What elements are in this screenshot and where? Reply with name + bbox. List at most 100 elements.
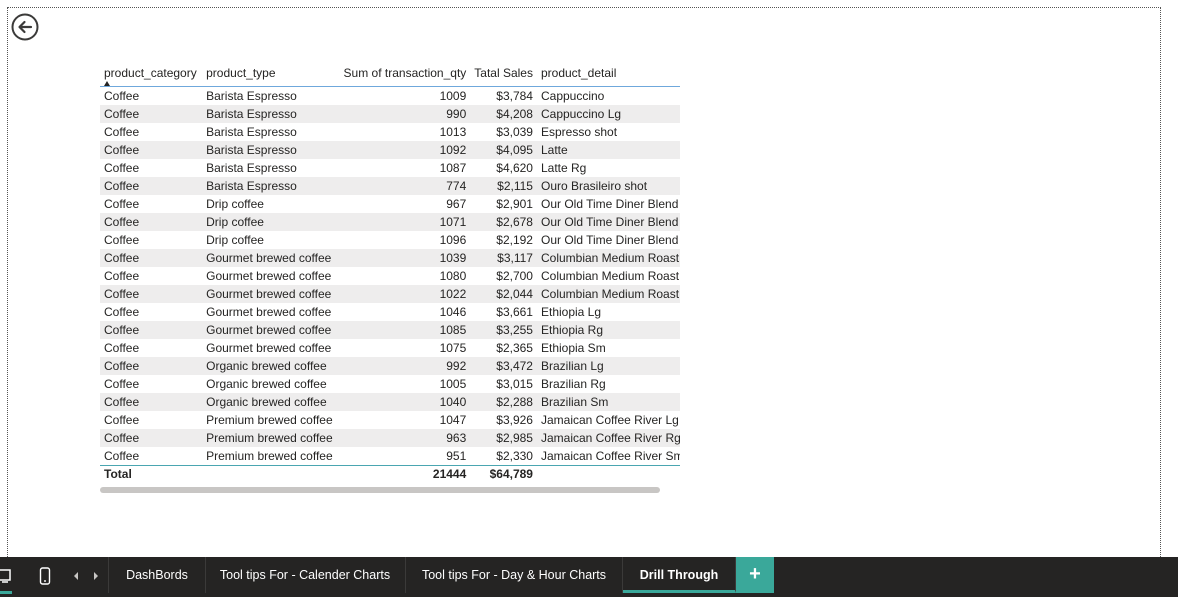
total-qty: 21444	[337, 465, 471, 483]
cell-total-sales: $3,784	[496, 89, 533, 103]
next-page-icon[interactable]	[90, 557, 102, 595]
cell-transaction-qty: 990	[337, 105, 471, 123]
total-label: Total	[100, 465, 203, 483]
cell-product-detail: Jamaican Coffee River Rg	[536, 429, 680, 447]
header-transaction-qty[interactable]: Sum of transaction_qty	[338, 54, 471, 87]
cell-total-sales: $3,661	[496, 305, 533, 319]
cell-product-type: Gourmet brewed coffee	[202, 249, 338, 267]
cell-transaction-qty: 1005	[439, 377, 467, 391]
table-row[interactable]: Coffee Premium brewed coffee 1047 $3,926 Jam…	[100, 411, 680, 429]
cell-transaction-qty: 1092	[337, 141, 471, 159]
cell-total-sales: $2,901	[496, 197, 533, 211]
table-row[interactable]: Coffee Gourmet brewed coffee 1022 $2,044 Col…	[100, 285, 680, 303]
table-row[interactable]: Coffee Drip coffee 1096 $2,192 Our Old Time …	[100, 231, 680, 249]
cell-product-type: Premium brewed coffee	[206, 413, 333, 427]
cell-transaction-qty: 1047	[439, 413, 467, 427]
cell-product-category: Coffee	[100, 321, 203, 339]
cell-product-detail: Brazilian Rg	[540, 377, 606, 391]
cell-product-category: Coffee	[100, 213, 203, 231]
cell-product-category: Coffee	[104, 305, 140, 319]
cell-transaction-qty: 1009	[439, 89, 467, 103]
cell-transaction-qty: 1046	[439, 305, 467, 319]
cell-product-type: Drip coffee	[206, 233, 264, 247]
header-total-sales[interactable]: Tatal Sales	[470, 54, 537, 87]
cell-product-type: Barista Espresso	[206, 89, 297, 103]
cell-total-sales: $3,472	[470, 357, 537, 375]
cell-product-category: Coffee	[100, 285, 203, 303]
page-tab-bar: DashBords Tool tips For - Calender Chart…	[0, 557, 1178, 597]
table-row[interactable]: Coffee Barista Espresso 1009 $3,784 Cappucci…	[100, 87, 680, 106]
phone-icon[interactable]	[38, 557, 52, 595]
cell-product-detail: Our Old Time Diner Blend S	[540, 233, 680, 247]
cell-product-detail: Ethiopia Sm	[540, 341, 606, 355]
table-row[interactable]: Coffee Premium brewed coffee 963 $2,985 Jama…	[100, 429, 680, 447]
cell-product-type: Premium brewed coffee	[202, 429, 338, 447]
desktop-view-indicator	[0, 591, 12, 594]
cell-product-type: Drip coffee	[206, 197, 264, 211]
cell-product-detail: Jamaican Coffee River Sm	[540, 449, 680, 463]
cell-product-type: Gourmet brewed coffee	[206, 269, 332, 283]
cell-product-type: Drip coffee	[202, 213, 338, 231]
cell-product-type: Organic brewed coffee	[202, 357, 338, 375]
cell-transaction-qty: 992	[337, 357, 471, 375]
cell-product-detail: Columbian Medium Roast S	[536, 285, 680, 303]
cell-transaction-qty: 1096	[439, 233, 467, 247]
table-row[interactable]: Coffee Premium brewed coffee 951 $2,330 Jama…	[100, 447, 680, 466]
cell-product-type: Premium brewed coffee	[206, 449, 333, 463]
cell-transaction-qty: 1039	[337, 249, 471, 267]
table-row[interactable]: Coffee Gourmet brewed coffee 1039 $3,117 Col…	[100, 249, 680, 267]
cell-total-sales: $3,926	[496, 413, 533, 427]
table-row[interactable]: Coffee Organic brewed coffee 992 $3,472 Braz…	[100, 357, 680, 375]
cell-product-type: Gourmet brewed coffee	[202, 285, 338, 303]
horizontal-scrollbar[interactable]	[100, 487, 660, 493]
header-product-category[interactable]: product_category	[100, 54, 202, 87]
table-row[interactable]: Coffee Gourmet brewed coffee 1080 $2,700 Col…	[100, 267, 680, 285]
table-row[interactable]: Coffee Gourmet brewed coffee 1046 $3,661 Eth…	[100, 303, 680, 321]
header-product-type[interactable]: product_type	[202, 54, 337, 87]
desktop-icon[interactable]	[0, 557, 14, 595]
tab-tooltips-calender[interactable]: Tool tips For - Calender Charts	[205, 557, 406, 593]
cell-product-type: Barista Espresso	[206, 161, 297, 175]
tab-dashbords[interactable]: DashBords	[108, 557, 206, 593]
table-row[interactable]: Coffee Gourmet brewed coffee 1075 $2,365 Eth…	[100, 339, 680, 357]
cell-total-sales: $2,330	[496, 449, 533, 463]
cell-product-category: Coffee	[104, 125, 140, 139]
cell-product-category: Coffee	[104, 377, 140, 391]
cell-product-type: Organic brewed coffee	[206, 377, 327, 391]
prev-page-icon[interactable]	[70, 557, 82, 595]
cell-product-category: Coffee	[104, 161, 140, 175]
cell-total-sales: $2,115	[470, 177, 537, 195]
drill-through-table: product_category product_type Sum of tra…	[100, 54, 680, 483]
table-row[interactable]: Coffee Organic brewed coffee 1040 $2,288 Bra…	[100, 393, 680, 411]
tab-drill-through[interactable]: Drill Through	[623, 557, 736, 593]
cell-total-sales: $2,700	[496, 269, 533, 283]
table-row[interactable]: Coffee Drip coffee 967 $2,901 Our Old Time D…	[100, 195, 680, 213]
cell-transaction-qty: 1022	[337, 285, 471, 303]
cell-transaction-qty: 1085	[337, 321, 471, 339]
cell-total-sales: $3,015	[496, 377, 533, 391]
table-row[interactable]: Coffee Barista Espresso 1092 $4,095 Latte	[100, 141, 680, 159]
cell-transaction-qty: 963	[337, 429, 471, 447]
table-row[interactable]: Coffee Gourmet brewed coffee 1085 $3,255 Eth…	[100, 321, 680, 339]
table-row[interactable]: Coffee Barista Espresso 774 $2,115 Ouro Bras…	[100, 177, 680, 195]
cell-total-sales: $2,365	[496, 341, 533, 355]
table-row[interactable]: Coffee Drip coffee 1071 $2,678 Our Old Time …	[100, 213, 680, 231]
cell-product-detail: Columbian Medium Roast I	[540, 269, 680, 283]
table-header-row: product_category product_type Sum of tra…	[100, 54, 680, 87]
table-row[interactable]: Coffee Barista Espresso 1087 $4,620 Latte Rg	[100, 159, 680, 177]
cell-total-sales: $4,095	[470, 141, 537, 159]
table-row[interactable]: Coffee Organic brewed coffee 1005 $3,015 Bra…	[100, 375, 680, 393]
table-row[interactable]: Coffee Barista Espresso 1013 $3,039 Espresso…	[100, 123, 680, 141]
cell-product-detail: Columbian Medium Roast I	[536, 249, 680, 267]
table-row[interactable]: Coffee Barista Espresso 990 $4,208 Cappuccin…	[100, 105, 680, 123]
cell-product-category: Coffee	[100, 357, 203, 375]
cell-product-detail: Jamaican Coffee River Lg	[540, 413, 679, 427]
header-product-detail[interactable]: product_detail	[537, 54, 680, 87]
tab-tooltips-day-hour[interactable]: Tool tips For - Day & Hour Charts	[406, 557, 623, 593]
table-total-row: Total 21444 $64,789	[100, 465, 680, 483]
back-arrow-icon[interactable]	[11, 13, 39, 41]
cell-total-sales: $2,044	[470, 285, 537, 303]
add-page-button[interactable]: +	[736, 557, 774, 593]
cell-product-detail: Cappuccino	[540, 89, 605, 103]
cell-product-detail: Latte Rg	[540, 161, 587, 175]
